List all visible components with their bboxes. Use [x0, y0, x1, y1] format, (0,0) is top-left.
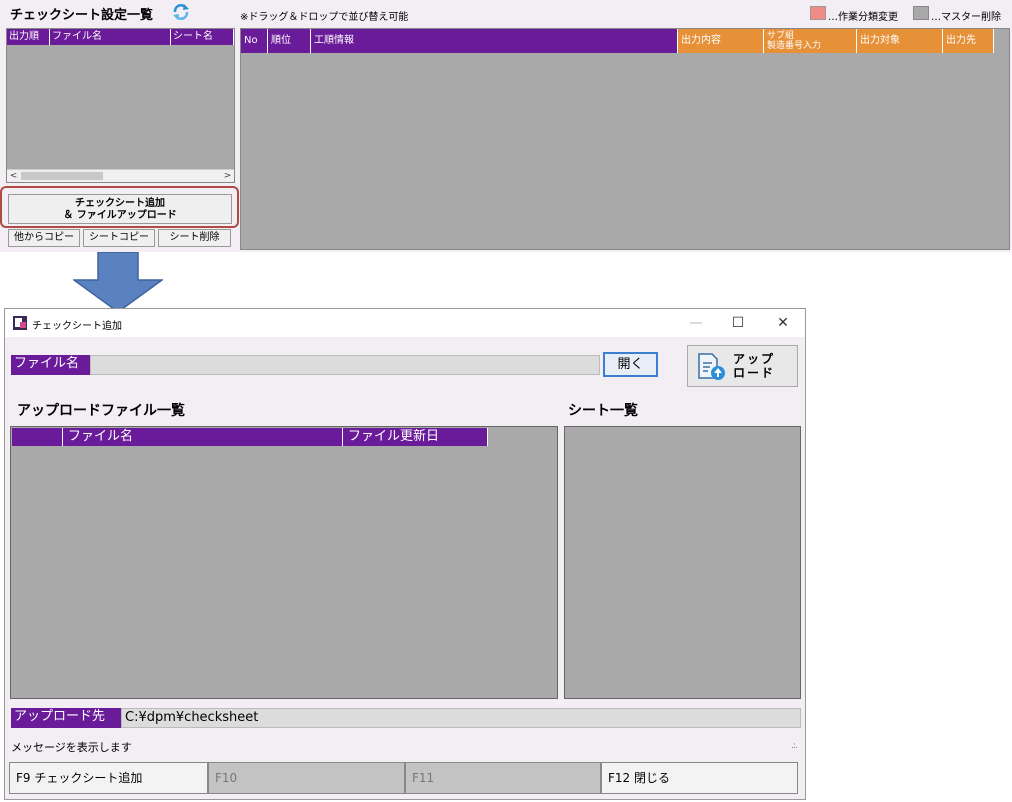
resize-grip-icon[interactable]: .:.	[791, 741, 798, 751]
column-header-sheet-name[interactable]: シート名	[171, 29, 234, 45]
upload-dest-field[interactable]: C:¥dpm¥checksheet	[121, 708, 801, 728]
dialog-titlebar[interactable]: チェックシート追加 — ☐ ✕	[5, 309, 805, 337]
sub-assembly-label-line1: サブ組	[767, 31, 795, 41]
column-header-select[interactable]	[12, 428, 63, 446]
column-header-file-updated[interactable]: ファイル更新日	[343, 428, 488, 446]
file-name-field[interactable]	[90, 355, 600, 375]
page-title: チェックシート設定一覧	[10, 8, 154, 23]
close-icon[interactable]: ✕	[768, 313, 798, 333]
upload-file-icon	[698, 353, 725, 380]
copy-from-other-button[interactable]: 他からコピー	[8, 229, 80, 247]
upload-label-line2: ロード	[733, 366, 776, 380]
legend-swatch-category-change	[810, 6, 826, 20]
legend-label-category-change: …作業分類変更	[828, 12, 898, 23]
upload-label-line1: アップ	[733, 352, 776, 366]
column-header-rank[interactable]: 順位	[268, 29, 311, 53]
column-header-output-order[interactable]: 出力順	[7, 29, 50, 45]
open-button[interactable]: 開く	[603, 352, 658, 377]
add-button-line2: ＆ ファイルアップロード	[63, 210, 177, 221]
column-header-file-name[interactable]: ファイル名	[63, 428, 343, 446]
scrollbar-thumb[interactable]	[21, 172, 103, 180]
process-grid[interactable]: No 順位 工順情報 出力内容 サブ組 製造番号入力 出力対象 出力先	[240, 28, 1010, 250]
f10-button[interactable]: F10	[208, 762, 405, 794]
status-message: メッセージを表示します	[11, 741, 132, 754]
maximize-icon[interactable]: ☐	[723, 313, 753, 333]
f12-close-button[interactable]: F12 閉じる	[601, 762, 798, 794]
file-name-label: ファイル名	[11, 355, 90, 375]
add-checksheet-dialog: チェックシート追加 — ☐ ✕ ファイル名 開く アップ ロード アップロードフ…	[4, 308, 806, 800]
upload-button-label: アップ ロード	[733, 352, 775, 380]
drag-drop-note: ※ドラッグ＆ドロップで並び替え可能	[240, 12, 409, 23]
add-button-line1: チェックシート追加	[75, 198, 165, 209]
minimize-icon[interactable]: —	[681, 313, 711, 333]
column-header-process-info[interactable]: 工順情報	[311, 29, 678, 53]
scroll-right-icon[interactable]: >	[221, 170, 234, 182]
scroll-left-icon[interactable]: <	[7, 170, 20, 182]
column-header-file-name[interactable]: ファイル名	[50, 29, 171, 45]
dialog-title: チェックシート追加	[32, 321, 122, 332]
sheet-copy-button[interactable]: シートコピー	[83, 229, 155, 247]
column-header-sub-assembly[interactable]: サブ組 製造番号入力	[764, 29, 857, 53]
sheet-list-grid[interactable]	[564, 426, 801, 699]
sheet-delete-button[interactable]: シート削除	[158, 229, 231, 247]
f11-button[interactable]: F11	[405, 762, 601, 794]
column-header-output-target[interactable]: 出力対象	[857, 29, 943, 53]
checksheet-settings-screen: チェックシート設定一覧 ※ドラッグ＆ドロップで並び替え可能 …作業分類変更 …マ…	[0, 0, 1012, 252]
app-icon	[13, 316, 27, 330]
column-header-output-content[interactable]: 出力内容	[678, 29, 764, 53]
upload-dest-label: アップロード先	[11, 708, 121, 728]
add-checksheet-upload-button[interactable]: チェックシート追加 ＆ ファイルアップロード	[8, 194, 232, 224]
horizontal-scrollbar[interactable]: < >	[7, 169, 234, 182]
upload-file-list-title: アップロードファイル一覧	[17, 403, 185, 419]
f9-add-checksheet-button[interactable]: F9 チェックシート追加	[9, 762, 208, 794]
checksheet-list-grid[interactable]: 出力順 ファイル名 シート名 < >	[6, 28, 235, 183]
column-header-output-dest[interactable]: 出力先	[943, 29, 994, 53]
sub-assembly-label-line2: 製造番号入力	[767, 41, 822, 51]
sheet-list-title: シート一覧	[568, 403, 638, 419]
down-arrow-icon	[73, 252, 163, 313]
column-header-no[interactable]: No	[241, 29, 268, 53]
refresh-icon[interactable]	[172, 3, 190, 21]
upload-button[interactable]: アップ ロード	[687, 345, 798, 387]
legend-swatch-master-delete	[913, 6, 929, 20]
upload-file-grid[interactable]: ファイル名 ファイル更新日	[10, 426, 558, 699]
legend-label-master-delete: …マスター削除	[931, 12, 1001, 23]
